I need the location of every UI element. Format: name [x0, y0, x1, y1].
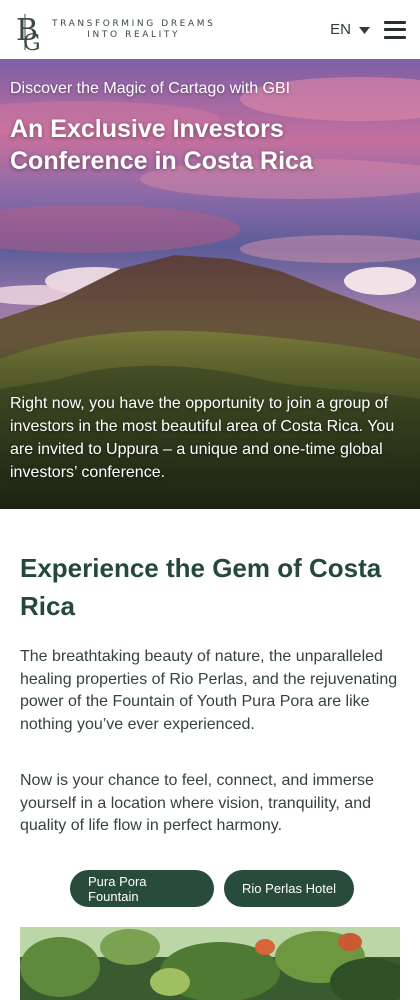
location-tabs: Pura Pora Fountain Rio Perlas Hotel	[70, 870, 354, 907]
hero-banner: Discover the Magic of Cartago with GBI A…	[0, 59, 420, 509]
hero-body: Right now, you have the opportunity to j…	[10, 395, 395, 481]
hero-title: An Exclusive Investors Conference in Cos…	[10, 115, 313, 175]
jungle-garden-image	[20, 927, 400, 1000]
tagline-line-2: INTO REALITY	[87, 29, 181, 40]
svg-text:G: G	[23, 31, 41, 52]
chevron-down-icon	[359, 21, 370, 39]
language-label: EN	[330, 21, 351, 38]
tagline-line-1: TRANSFORMING DREAMS	[52, 18, 216, 29]
section-title: Experience the Gem of Costa Rica	[20, 553, 382, 621]
hamburger-menu-icon[interactable]	[384, 20, 406, 39]
header-actions: EN	[330, 20, 406, 39]
site-header: B G TRANSFORMING DREAMS INTO REALITY EN	[0, 0, 420, 59]
logo-mark: B G	[14, 10, 44, 56]
section-paragraph-2: Now is your chance to feel, connect, and…	[20, 772, 374, 834]
hero-eyebrow: Discover the Magic of Cartago with GBI	[10, 80, 291, 97]
tab-rio-perlas-hotel[interactable]: Rio Perlas Hotel	[224, 870, 354, 907]
section-paragraph-1: The breathtaking beauty of nature, the u…	[20, 648, 398, 733]
language-selector[interactable]: EN	[330, 21, 370, 39]
logo[interactable]: B G TRANSFORMING DREAMS INTO REALITY	[14, 10, 215, 56]
tab-pura-pora-fountain[interactable]: Pura Pora Fountain	[70, 870, 214, 907]
logo-tagline: TRANSFORMING DREAMS INTO REALITY	[52, 19, 215, 41]
